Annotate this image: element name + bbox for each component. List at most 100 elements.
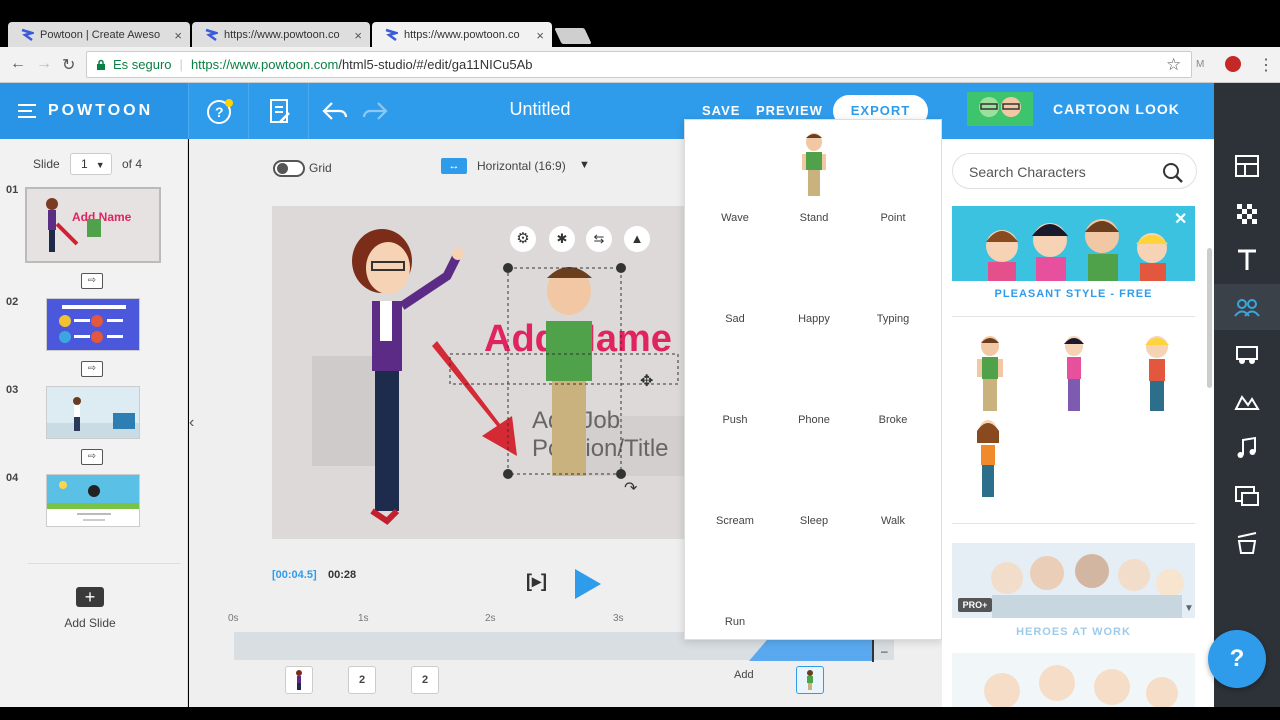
tab-close-icon[interactable]: × — [354, 28, 362, 43]
action-phone[interactable]: Phone — [774, 414, 854, 426]
character-thumb-man[interactable] — [972, 335, 1008, 413]
url-field[interactable]: Es seguro | https://www.powtoon.com/html… — [86, 51, 1192, 78]
look-selector[interactable]: CARTOON LOOK — [942, 83, 1214, 139]
powtoon-favicon-icon — [205, 28, 218, 42]
slide-thumbnail-4[interactable] — [46, 474, 140, 527]
reload-icon[interactable]: ↻ — [62, 55, 75, 75]
action-sleep[interactable]: Sleep — [774, 515, 854, 527]
slide-number-value: 1 — [81, 157, 88, 171]
slide-thumbnail-3[interactable] — [46, 386, 140, 439]
pleasant-style-banner[interactable] — [952, 206, 1195, 281]
action-broke[interactable]: Broke — [853, 414, 933, 426]
transition-icon[interactable]: ⇨ — [81, 361, 103, 377]
action-point[interactable]: Point — [853, 212, 933, 224]
look-label: CARTOON LOOK — [1053, 101, 1180, 117]
preview-button[interactable]: PREVIEW — [756, 103, 823, 118]
new-tab-button[interactable] — [554, 28, 592, 44]
slide-thumbnail-2[interactable] — [46, 298, 140, 351]
markers-icon[interactable] — [1234, 389, 1260, 415]
chevron-down-icon[interactable]: ▼ — [579, 159, 590, 171]
action-sad[interactable]: Sad — [695, 313, 775, 325]
timeline-selected-character-thumb[interactable] — [796, 666, 824, 694]
stand-pose-thumbnail — [802, 133, 826, 196]
browser-tab-1[interactable]: Powtoon | Create Aweso × — [8, 22, 190, 48]
text-icon[interactable] — [1234, 247, 1260, 273]
undo-icon[interactable] — [322, 101, 348, 121]
orientation-select[interactable]: Horizontal (16:9) — [477, 159, 566, 173]
timeline-add-button[interactable]: Add — [734, 669, 754, 681]
transition-icon[interactable]: ⇨ — [81, 449, 103, 465]
slide-number-select[interactable]: 1 ▼ — [70, 153, 112, 175]
tab-close-icon[interactable]: × — [536, 28, 544, 43]
character-thumb-woman-pink[interactable] — [1058, 335, 1090, 413]
browser-tab-3-active[interactable]: https://www.powtoon.co × — [372, 22, 552, 48]
forward-icon[interactable]: → — [36, 55, 52, 73]
bookmark-star-icon[interactable]: ☆ — [1166, 55, 1181, 75]
move-handle-icon[interactable]: ✥ — [640, 371, 653, 391]
slide-number: 02 — [6, 296, 19, 308]
swap-icon[interactable]: ⇆ — [586, 226, 612, 252]
slide-label: Slide — [33, 157, 60, 171]
action-run[interactable]: Run — [695, 616, 775, 628]
next-style-banner[interactable] — [952, 653, 1195, 708]
chevron-down-icon[interactable]: ▼ — [1184, 603, 1194, 614]
props-icon[interactable] — [1234, 341, 1260, 367]
brand-logo: POWTOON — [48, 102, 154, 119]
panel-scrollbar[interactable] — [1207, 248, 1212, 388]
next-style-characters — [952, 653, 1195, 708]
layout-icon[interactable] — [1234, 153, 1260, 179]
browser-tab-2[interactable]: https://www.powtoon.co × — [192, 22, 370, 48]
hamburger-menu-icon[interactable] — [18, 104, 36, 118]
grid-toggle[interactable] — [273, 160, 305, 177]
specials-icon[interactable] — [1234, 529, 1260, 555]
timeline-tick: 2s — [485, 613, 496, 624]
menu-dots-icon[interactable]: ⋮ — [1258, 55, 1274, 75]
transition-icon[interactable]: ⇨ — [81, 273, 103, 289]
action-walk[interactable]: Walk — [853, 515, 933, 527]
chevron-down-icon: ▼ — [95, 160, 105, 170]
document-title[interactable]: Untitled — [470, 99, 610, 120]
slide-thumbnail-1[interactable]: Add Name — [25, 187, 161, 263]
character-thumb-woman-orange[interactable] — [972, 419, 1004, 499]
extension-icon[interactable]: M — [1196, 59, 1204, 70]
search-icon[interactable] — [1162, 162, 1184, 184]
tab-close-icon[interactable]: × — [174, 28, 182, 43]
help-tour-icon[interactable]: ? — [206, 98, 234, 126]
zoom-out-icon[interactable]: – — [881, 644, 888, 658]
secure-label: Es seguro — [113, 57, 172, 72]
action-wave[interactable]: Wave — [695, 212, 775, 224]
search-characters-input[interactable]: Search Characters — [952, 153, 1197, 189]
background-icon[interactable] — [1234, 201, 1260, 227]
add-slide-label[interactable]: Add Slide — [50, 616, 130, 630]
animate-character-icon[interactable]: ✱ — [549, 226, 575, 252]
notes-edit-icon[interactable] — [268, 98, 292, 126]
action-scream[interactable]: Scream — [695, 515, 775, 527]
orientation-icon[interactable]: ↔ — [441, 158, 467, 174]
timeline-marker[interactable]: 2 — [348, 666, 376, 694]
slide-2-preview — [47, 299, 139, 350]
music-icon[interactable] — [1234, 435, 1260, 461]
adblock-icon[interactable] — [1225, 56, 1241, 72]
timeline-selection[interactable] — [749, 639, 874, 661]
timeline-character-thumb[interactable] — [285, 666, 313, 694]
action-typing[interactable]: Typing — [853, 313, 933, 325]
character-thumb-boy[interactable] — [1138, 335, 1176, 413]
help-button[interactable]: ? — [1208, 630, 1266, 688]
timeline-marker[interactable]: 2 — [411, 666, 439, 694]
action-happy[interactable]: Happy — [774, 313, 854, 325]
action-stand[interactable]: Stand — [774, 212, 854, 224]
play-icon[interactable] — [575, 569, 601, 599]
collapse-panel-icon[interactable]: ‹ — [189, 414, 194, 432]
media-icon[interactable] — [1234, 483, 1260, 509]
rotate-handle-icon[interactable]: ↷ — [624, 478, 637, 498]
settings-gear-icon[interactable]: ⚙ — [510, 226, 536, 252]
redo-icon[interactable] — [362, 101, 388, 121]
back-icon[interactable]: ← — [10, 55, 26, 73]
close-icon[interactable]: ✕ — [1174, 209, 1187, 229]
characters-icon[interactable] — [1234, 295, 1260, 321]
save-button[interactable]: SAVE — [702, 103, 740, 118]
add-slide-button[interactable]: + — [76, 587, 104, 607]
flip-icon[interactable]: ▲ — [624, 226, 650, 252]
play-scene-icon[interactable]: [▸] — [526, 571, 547, 592]
action-push[interactable]: Push — [695, 414, 775, 426]
